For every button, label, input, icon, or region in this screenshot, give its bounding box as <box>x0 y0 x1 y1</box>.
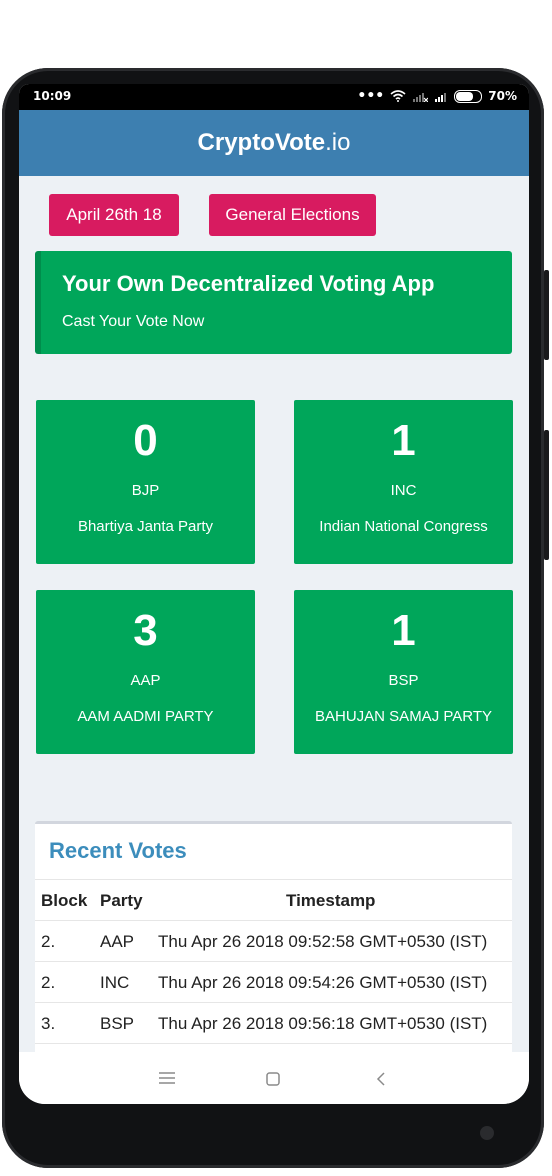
screen: 10:09 ••• 70% CryptoVote .io April 26th … <box>19 84 529 1104</box>
more-icon: ••• <box>357 88 385 104</box>
party-name: Indian National Congress <box>319 518 488 535</box>
app-title-suffix: .io <box>325 129 351 156</box>
row-party: AAP <box>100 932 135 951</box>
vote-count: 1 <box>391 416 416 465</box>
divider <box>35 879 512 880</box>
row-party: BSP <box>100 1014 135 1033</box>
party-name: AAM AADMI PARTY <box>77 708 214 725</box>
row-block: 3. <box>41 1014 56 1033</box>
hero-callout: Your Own Decentralized Voting App Cast Y… <box>35 251 512 354</box>
status-time: 10:09 <box>33 89 72 103</box>
row-party: INC <box>100 973 130 992</box>
col-header-party: Party <box>100 891 143 910</box>
divider <box>35 1002 512 1003</box>
row-block: 2. <box>41 932 56 951</box>
party-abbr: INC <box>390 482 417 499</box>
menu-icon[interactable] <box>159 1072 175 1084</box>
status-bar: 10:09 ••• 70% <box>19 84 529 110</box>
party-abbr: BSP <box>388 672 419 689</box>
party-card-aap[interactable]: 3 AAP AAM AADMI PARTY <box>36 590 255 754</box>
divider <box>35 961 512 962</box>
signal-off-icon <box>413 93 429 102</box>
recent-votes-panel: Recent Votes Block Party Timestamp 2. AA… <box>35 821 512 1064</box>
election-chip[interactable]: General Elections <box>209 194 376 236</box>
date-chip[interactable]: April 26th 18 <box>49 194 179 236</box>
app-header: CryptoVote .io <box>19 110 529 176</box>
row-block: 2. <box>41 973 56 992</box>
power-button <box>544 430 549 560</box>
row-timestamp: Thu Apr 26 2018 09:56:18 GMT+0530 (IST) <box>158 1014 488 1033</box>
battery-percent: 70% <box>488 89 517 103</box>
party-card-inc[interactable]: 1 INC Indian National Congress <box>294 400 513 564</box>
hero-title: Your Own Decentralized Voting App <box>62 271 435 296</box>
signal-icon <box>435 93 447 102</box>
back-chevron-icon[interactable] <box>376 1072 386 1086</box>
party-card-bsp[interactable]: 1 BSP BAHUJAN SAMAJ PARTY <box>294 590 513 754</box>
party-abbr: BJP <box>131 482 160 499</box>
row-timestamp: Thu Apr 26 2018 09:54:26 GMT+0530 (IST) <box>158 973 488 992</box>
vote-count: 1 <box>391 606 416 655</box>
app-title: CryptoVote <box>197 129 326 156</box>
battery-icon <box>454 89 483 103</box>
home-square-icon[interactable] <box>266 1072 280 1086</box>
wifi-icon <box>390 90 406 102</box>
hero-subtitle: Cast Your Vote Now <box>62 313 205 330</box>
party-name: BAHUJAN SAMAJ PARTY <box>315 708 492 725</box>
col-header-timestamp: Timestamp <box>286 891 376 910</box>
vote-count: 3 <box>133 606 158 655</box>
divider <box>35 1043 512 1044</box>
divider <box>35 920 512 921</box>
fingerprint-sensor <box>480 1126 494 1140</box>
party-name: Bhartiya Janta Party <box>77 518 214 535</box>
party-abbr: AAP <box>130 672 161 689</box>
vote-count: 0 <box>133 416 158 465</box>
col-header-block: Block <box>41 891 88 910</box>
row-timestamp: Thu Apr 26 2018 09:52:58 GMT+0530 (IST) <box>158 932 488 951</box>
recent-votes-title: Recent Votes <box>49 838 187 863</box>
party-card-bjp[interactable]: 0 BJP Bhartiya Janta Party <box>36 400 255 564</box>
volume-button <box>544 270 549 360</box>
android-nav-bar <box>19 1052 529 1104</box>
